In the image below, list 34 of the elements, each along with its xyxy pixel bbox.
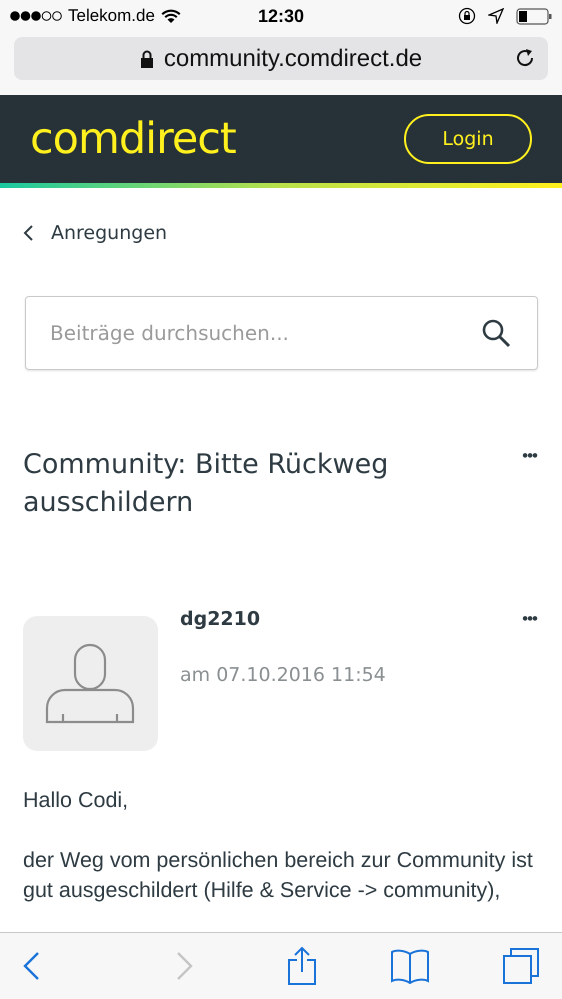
rotation-lock-icon	[458, 7, 476, 25]
book-icon	[390, 948, 430, 984]
battery-icon	[516, 8, 552, 24]
search-field[interactable]: Beiträge durchsuchen...	[25, 296, 538, 370]
tabs-icon	[502, 947, 540, 985]
search-input[interactable]: Beiträge durchsuchen...	[48, 320, 481, 346]
post-paragraph: der Weg vom persönlichen bereich zur Community ist gut ausgeschildert (Hilfe & Service -> community),	[23, 847, 534, 904]
tabs-button[interactable]	[502, 947, 540, 985]
reload-icon[interactable]	[514, 47, 536, 69]
chevron-left-icon	[23, 225, 33, 241]
carrier-name: Telekom.de	[68, 6, 155, 26]
chevron-right-icon	[176, 951, 194, 981]
lock-icon	[140, 50, 154, 68]
topic-title: Community: Bitte Rückweg ausschildern	[23, 448, 390, 520]
wifi-icon	[160, 8, 181, 24]
logo: comdirect	[30, 114, 236, 164]
share-button[interactable]	[287, 946, 317, 986]
clock-time: 12:30	[258, 6, 304, 26]
search-icon	[481, 318, 511, 348]
author-name[interactable]: dg2210	[180, 608, 260, 630]
avatar-icon	[23, 616, 158, 751]
bookmarks-button[interactable]	[390, 948, 430, 984]
more-button[interactable]: •••	[520, 608, 539, 630]
signal-icon	[10, 11, 62, 21]
post-paragraph: Hallo Codi,	[23, 787, 130, 814]
breadcrumb-link[interactable]: Anregungen	[23, 222, 539, 244]
more-button[interactable]: •••	[520, 446, 539, 466]
address-bar[interactable]: community.comdirect.de	[14, 37, 548, 80]
location-icon	[488, 8, 504, 24]
share-icon	[287, 946, 317, 986]
chevron-left-icon	[22, 951, 40, 981]
post-date: am 07.10.2016 11:54	[180, 664, 387, 686]
url-text: community.comdirect.de	[164, 44, 422, 72]
login-button[interactable]: Login	[404, 114, 532, 164]
